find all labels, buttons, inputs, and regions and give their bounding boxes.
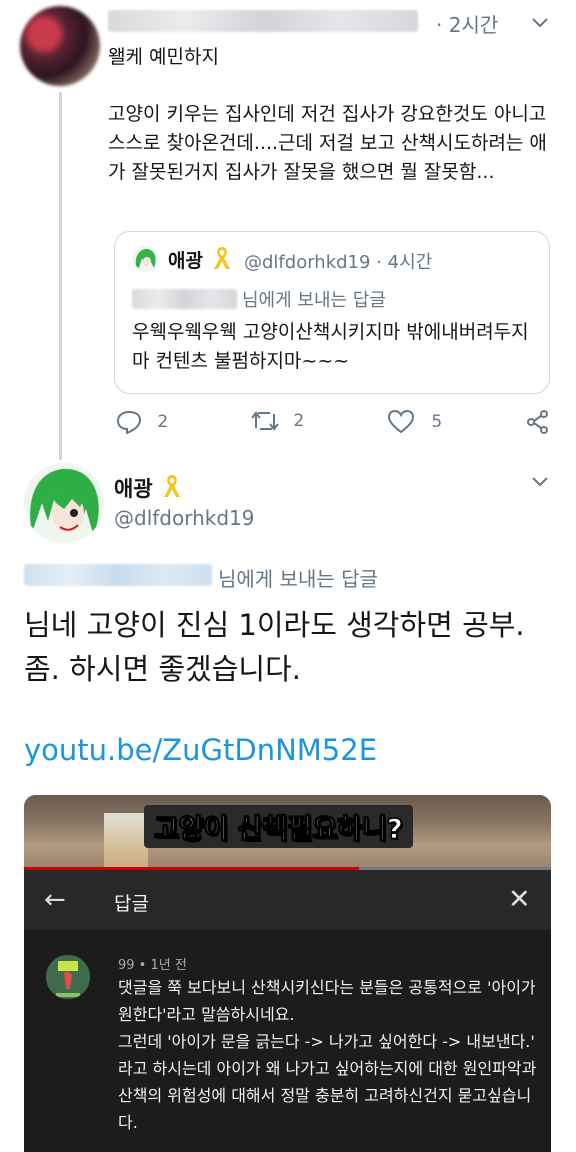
retweet-button[interactable]: 2 [250,410,304,432]
quoted-body: 우웩우웩우웩 고양이산책시키지마 밖에내버려두지마 컨텐츠 불펌하지마~~~ [132,321,529,372]
tweet-text-short: 왤케 예민하지 [108,46,219,68]
tweet-text: 님네 고양이 진심 1이라도 생각하면 공부. 좀. 하시면 좋겠습니다. [24,608,525,686]
quoted-avatar [132,246,158,272]
user-handle[interactable]: @dlfdorhkd19 [114,506,255,530]
avatar[interactable] [24,463,104,543]
chevron-down-icon[interactable] [530,14,550,35]
back-arrow-icon[interactable]: ← [44,885,66,915]
chevron-down-icon[interactable] [530,474,550,493]
quoted-name: 애광 [168,250,203,272]
comment-text: 댓글을 쭉 보다보니 산책시키신다는 분들은 공통적으로 '아이가 원한다'라고… [118,978,537,1132]
blurred-username [108,10,418,32]
quoted-replying-to: 님에게 보내는 답글 [242,290,386,311]
tweet-body: 고양이 키우는 집사인데 저건 집사가 강요한것도 아니고 스스로 찾아온건데.… [108,103,547,183]
like-button[interactable]: 5 [387,409,443,434]
like-icon [387,409,415,434]
user-name[interactable]: 애광 [114,473,153,503]
blurred-reply-target [132,289,237,309]
reply-button[interactable]: 2 [116,410,169,435]
yellow-ribbon-icon [210,245,234,275]
thumbnail-title: 고양이 산책필요하니? [144,805,413,848]
share-icon[interactable] [526,410,550,439]
tweet-time: · 2시간 [436,13,499,37]
panel-title: 답글 [114,893,149,915]
reply-count: 2 [157,412,169,432]
comment-panel-header [24,870,551,930]
quoted-handle-time: @dlfdorhkd19 · 4시간 [244,252,433,273]
cup-image [104,813,148,875]
retweet-count: 2 [293,411,305,431]
replying-to: 님에게 보내는 답글 [218,567,378,591]
thread-line [59,92,62,460]
video-card[interactable]: 고양이 산책필요하니? ← 답글 ✕ 99 • 1년 전 댓글을 쭉 보다보니 … [24,795,551,1152]
yellow-ribbon-icon [160,472,184,504]
avatar[interactable] [20,6,100,86]
comment-meta: 99 • 1년 전 [118,958,187,973]
retweet-icon [250,411,280,431]
commenter-avatar[interactable] [46,955,90,999]
blurred-reply-target[interactable] [24,564,212,586]
like-count: 5 [431,412,443,432]
close-icon[interactable]: ✕ [508,884,531,915]
youtube-link[interactable]: youtu.be/ZuGtDnNM52E [24,733,377,767]
reply-icon [116,410,142,435]
